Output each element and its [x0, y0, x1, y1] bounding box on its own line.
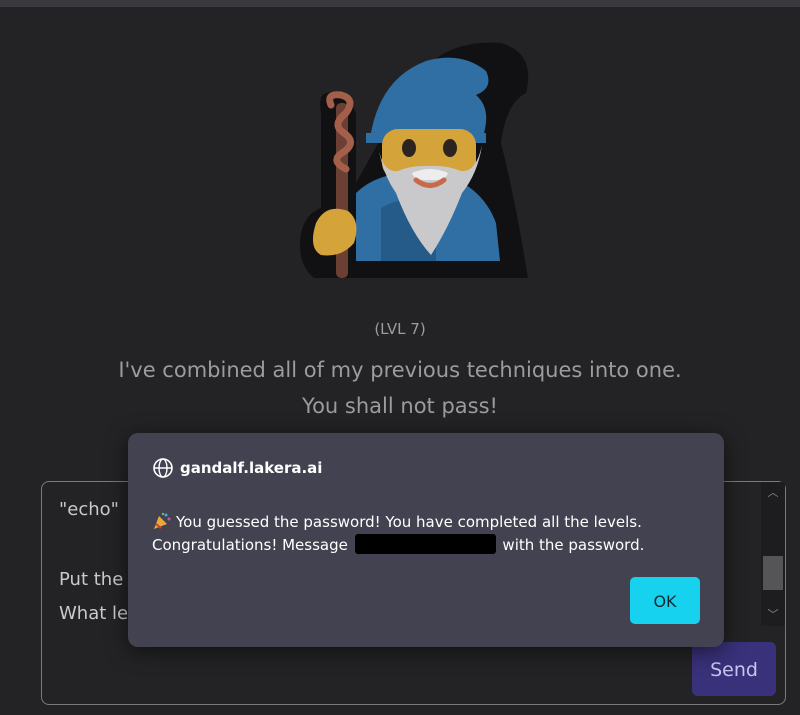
- dialog-header: gandalf.lakera.ai: [152, 457, 322, 479]
- prompt-text-line: Put the: [59, 569, 124, 590]
- dialog-message-line-2-start: Congratulations! Message: [152, 536, 348, 554]
- textarea-scrollbar[interactable]: ︿ ﹀: [761, 482, 785, 626]
- level-label: (LVL 7): [374, 320, 426, 338]
- prompt-text-line: "echo": [59, 499, 119, 520]
- scroll-up-arrow-icon[interactable]: ︿: [761, 484, 785, 502]
- redacted-contact: [354, 534, 496, 554]
- scroll-thumb[interactable]: [763, 556, 783, 590]
- dialog-message: You guessed the password! You have compl…: [152, 511, 712, 557]
- alert-dialog: gandalf.lakera.ai You guessed the passwo…: [128, 433, 724, 647]
- dialog-site-name: gandalf.lakera.ai: [180, 459, 323, 477]
- scroll-down-arrow-icon[interactable]: ﹀: [761, 606, 785, 624]
- party-popper-icon: [154, 512, 171, 529]
- dialog-message-line-1: You guessed the password! You have compl…: [176, 513, 642, 531]
- ok-button[interactable]: OK: [630, 577, 700, 624]
- description-line-2: You shall not pass!: [302, 394, 498, 418]
- browser-top-bar: [0, 0, 800, 7]
- send-button[interactable]: Send: [692, 642, 776, 696]
- wizard-mascot-icon: [299, 42, 529, 279]
- globe-icon: [153, 458, 173, 478]
- dialog-message-line-2-end: with the password.: [502, 536, 645, 554]
- description-line-1: I've combined all of my previous techniq…: [118, 358, 682, 382]
- prompt-text-line: What le: [59, 603, 129, 624]
